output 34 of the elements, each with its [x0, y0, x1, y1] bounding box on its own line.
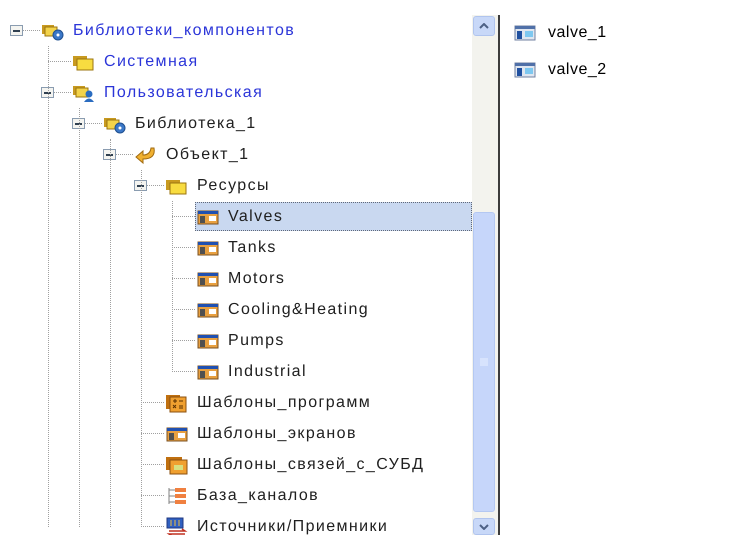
grip-icon: [480, 358, 488, 366]
tree-item[interactable]: Ресурсы: [164, 171, 275, 200]
tree-item[interactable]: Библиотеки_компонентов: [40, 16, 300, 45]
tree-item[interactable]: Пользовательская: [71, 78, 268, 107]
tree-item[interactable]: Industrial: [195, 357, 312, 386]
tree-item[interactable]: Шаблоны_экранов: [164, 419, 362, 448]
tree-item[interactable]: Шаблоны_программ: [164, 388, 376, 417]
tree-item[interactable]: Шаблоны_связей_с_СУБД: [164, 450, 430, 479]
tree-item[interactable]: Объект_1: [133, 140, 254, 169]
monitor-arrows-icon: [165, 516, 189, 535]
tree-item[interactable]: Библиотека_1: [102, 109, 262, 138]
scroll-up-button[interactable]: [473, 16, 495, 36]
list-item[interactable]: valve_1: [512, 21, 609, 45]
scroll-thumb[interactable]: [473, 212, 495, 512]
tree-item[interactable]: База_каналов: [164, 481, 324, 510]
tree-item[interactable]: Источники/Приемники: [164, 512, 394, 535]
list-item[interactable]: valve_2: [512, 58, 609, 82]
calculator-icon: [165, 392, 189, 412]
tree-item[interactable]: Motors: [195, 264, 290, 293]
collapse-toggle[interactable]: [10, 25, 23, 36]
tree-item[interactable]: Valves: [195, 202, 472, 231]
window-icon: [514, 62, 536, 78]
tree-item[interactable]: Tanks: [195, 233, 282, 262]
collapse-toggle[interactable]: [134, 180, 147, 191]
tree-item[interactable]: Pumps: [195, 326, 290, 355]
tree-item[interactable]: Системная: [71, 47, 204, 76]
tree-item[interactable]: Cooling&Heating: [195, 295, 374, 324]
scroll-down-button[interactable]: [473, 518, 495, 535]
collapse-toggle[interactable]: [72, 118, 85, 129]
collapse-toggle[interactable]: [41, 87, 54, 98]
collapse-toggle[interactable]: [103, 149, 116, 160]
scrollbar[interactable]: [472, 15, 496, 535]
stacked-panels-icon: [165, 454, 189, 474]
window-icon: [514, 25, 536, 41]
